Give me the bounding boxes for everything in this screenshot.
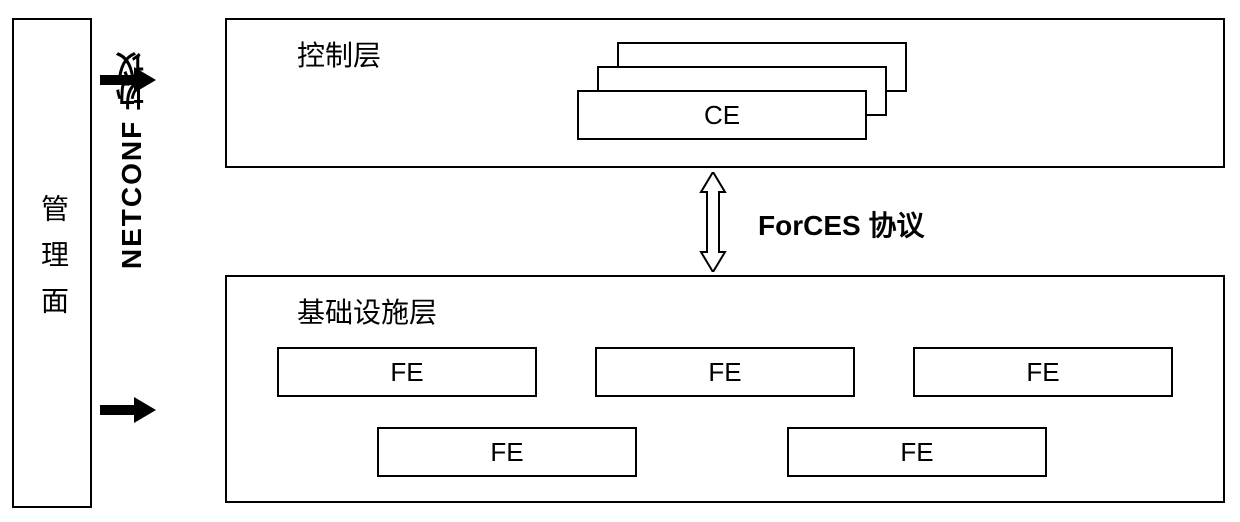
fe-label: FE	[708, 357, 741, 388]
fe-box: FE	[377, 427, 637, 477]
forces-protocol-label: ForCES 协议	[758, 204, 924, 244]
management-panel-label: 管理面	[32, 194, 72, 332]
ce-box-front: CE	[577, 90, 867, 140]
ce-label: CE	[704, 100, 740, 131]
arrow-to-infra-icon	[100, 400, 156, 420]
infrastructure-layer-box: 基础设施层 FE FE FE FE FE	[225, 275, 1225, 503]
fe-box: FE	[277, 347, 537, 397]
control-layer-box: 控制层 CE	[225, 18, 1225, 168]
fe-label: FE	[490, 437, 523, 468]
fe-box: FE	[913, 347, 1173, 397]
infrastructure-layer-title: 基础设施层	[297, 291, 437, 331]
arrow-to-control-icon	[100, 70, 156, 90]
fe-box: FE	[787, 427, 1047, 477]
fe-label: FE	[1026, 357, 1059, 388]
fe-label: FE	[390, 357, 423, 388]
fe-box: FE	[595, 347, 855, 397]
double-arrow-icon	[695, 172, 731, 272]
control-layer-title: 控制层	[297, 34, 381, 74]
fe-label: FE	[900, 437, 933, 468]
management-panel: 管理面	[12, 18, 92, 508]
